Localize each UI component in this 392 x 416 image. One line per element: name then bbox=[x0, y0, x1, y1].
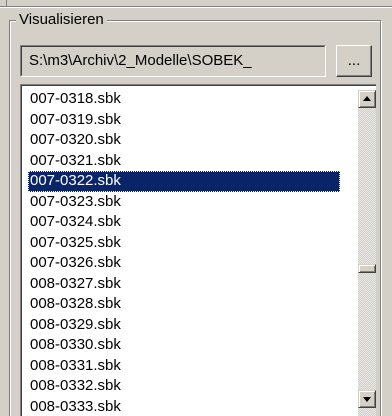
list-item[interactable]: 008-0329.sbk bbox=[28, 315, 340, 336]
scroll-up-button[interactable] bbox=[358, 90, 376, 108]
list-item[interactable]: 008-0333.sbk bbox=[28, 397, 340, 416]
list-item[interactable]: 007-0319.sbk bbox=[28, 110, 340, 131]
list-item[interactable]: 008-0332.sbk bbox=[28, 376, 340, 397]
list-item[interactable]: 007-0322.sbk bbox=[28, 171, 340, 192]
browse-button[interactable]: ... bbox=[336, 45, 372, 77]
arrow-down-icon bbox=[363, 397, 371, 402]
list-item[interactable]: 007-0320.sbk bbox=[28, 130, 340, 151]
visualize-panel: Visualisieren S:\m3\Archiv\2_Modelle\SOB… bbox=[0, 0, 392, 416]
path-input-value: S:\m3\Archiv\2_Modelle\SOBEK_ bbox=[21, 46, 325, 76]
top-divider bbox=[0, 0, 392, 8]
scroll-down-button[interactable] bbox=[358, 390, 376, 408]
file-listbox-inner: 007-0318.sbk 007-0319.sbk 007-0320.sbk 0… bbox=[21, 85, 376, 416]
scroll-thumb[interactable] bbox=[358, 264, 376, 273]
list-item[interactable]: 007-0326.sbk bbox=[28, 253, 340, 274]
list-item[interactable]: 008-0327.sbk bbox=[28, 274, 340, 295]
file-listbox[interactable]: 007-0318.sbk 007-0319.sbk 007-0320.sbk 0… bbox=[20, 84, 376, 416]
path-input[interactable]: S:\m3\Archiv\2_Modelle\SOBEK_ bbox=[20, 45, 326, 77]
file-list-items: 007-0318.sbk 007-0319.sbk 007-0320.sbk 0… bbox=[28, 89, 340, 416]
list-item[interactable]: 007-0324.sbk bbox=[28, 212, 340, 233]
vertical-scrollbar[interactable] bbox=[358, 90, 376, 416]
list-item[interactable]: 007-0323.sbk bbox=[28, 192, 340, 213]
list-item[interactable]: 007-0318.sbk bbox=[28, 89, 340, 110]
top-divider-edge bbox=[6, 0, 7, 6]
groupbox-title: Visualisieren bbox=[16, 11, 107, 29]
list-item[interactable]: 008-0331.sbk bbox=[28, 356, 340, 377]
list-item[interactable]: 008-0328.sbk bbox=[28, 294, 340, 315]
list-item[interactable]: 007-0325.sbk bbox=[28, 233, 340, 254]
arrow-up-icon bbox=[363, 96, 371, 101]
list-item[interactable]: 007-0321.sbk bbox=[28, 151, 340, 172]
list-item[interactable]: 008-0330.sbk bbox=[28, 335, 340, 356]
